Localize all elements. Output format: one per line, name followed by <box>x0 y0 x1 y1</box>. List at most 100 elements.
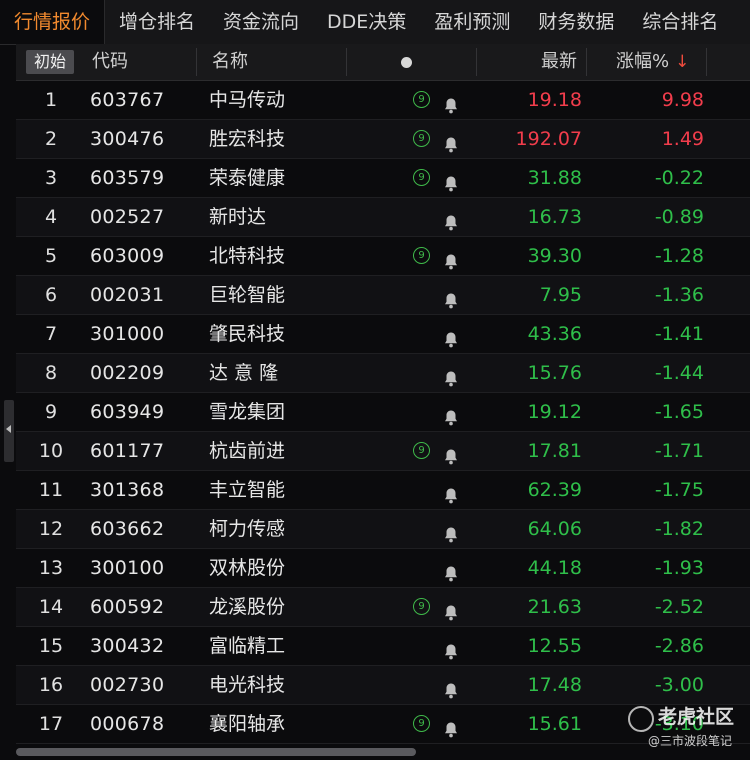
row-index: 13 <box>38 557 64 579</box>
nine-badge-icon: 9 <box>413 442 430 459</box>
bell-icon[interactable] <box>443 324 459 348</box>
row-index: 10 <box>38 440 64 462</box>
stock-name: 达 意 隆 <box>209 362 279 384</box>
table-row[interactable]: 2 300476 胜宏科技 9 192.07 1.49 <box>16 120 750 159</box>
row-index: 4 <box>44 206 58 228</box>
stock-name: 新时达 <box>209 206 267 228</box>
table-row[interactable]: 13 300100 双林股份 44.18 -1.93 <box>16 549 750 588</box>
bell-icon[interactable] <box>443 363 459 387</box>
stock-name: 中马传动 <box>209 89 286 111</box>
row-index: 3 <box>44 167 58 189</box>
nine-badge-icon: 9 <box>413 169 430 186</box>
nine-badge-icon: 9 <box>413 715 430 732</box>
tab-1[interactable]: 增仓排名 <box>105 0 209 44</box>
change-percent: -1.44 <box>654 362 704 384</box>
change-percent: -1.75 <box>654 479 704 501</box>
latest-price: 16.73 <box>527 206 582 228</box>
table-row[interactable]: 5 603009 北特科技 9 39.30 -1.28 <box>16 237 750 276</box>
latest-price: 19.12 <box>527 401 582 423</box>
stock-name: 柯力传感 <box>209 518 286 540</box>
bell-icon[interactable] <box>443 207 459 231</box>
bell-icon[interactable] <box>443 519 459 543</box>
tab-bar: 行情报价 增仓排名 资金流向 DDE决策 盈利预测 财务数据 综合排名 <box>0 0 750 45</box>
reset-sort-button[interactable]: 初始 <box>26 50 74 74</box>
table-row[interactable]: 6 002031 巨轮智能 7.95 -1.36 <box>16 276 750 315</box>
nine-badge-icon: 9 <box>413 91 430 108</box>
table-row[interactable]: 14 600592 龙溪股份 9 21.63 -2.52 <box>16 588 750 627</box>
table-row[interactable]: 12 603662 柯力传感 64.06 -1.82 <box>16 510 750 549</box>
sort-desc-arrow-icon: ↓ <box>675 52 690 72</box>
nine-badge-icon: 9 <box>413 130 430 147</box>
stock-code: 000678 <box>90 713 165 735</box>
stock-code: 301368 <box>90 479 165 501</box>
column-header-code[interactable]: 代码 <box>92 44 128 80</box>
bell-icon[interactable] <box>443 246 459 270</box>
row-index: 16 <box>38 674 64 696</box>
change-percent: -0.22 <box>654 167 704 189</box>
table-row[interactable]: 10 601177 杭齿前进 9 17.81 -1.71 <box>16 432 750 471</box>
row-index: 2 <box>44 128 58 150</box>
row-index: 12 <box>38 518 64 540</box>
row-index: 5 <box>44 245 58 267</box>
column-header-latest[interactable]: 最新 <box>541 44 577 80</box>
table-row[interactable]: 9 603949 雪龙集团 19.12 -1.65 <box>16 393 750 432</box>
bell-icon[interactable] <box>443 168 459 192</box>
column-divider <box>476 48 477 76</box>
bell-icon[interactable] <box>443 480 459 504</box>
change-percent: -1.82 <box>654 518 704 540</box>
stock-code: 002527 <box>90 206 165 228</box>
bell-icon[interactable] <box>443 597 459 621</box>
bell-icon[interactable] <box>443 441 459 465</box>
column-header-change[interactable]: 涨幅% ↓ <box>616 44 689 80</box>
stock-name: 北特科技 <box>209 245 286 267</box>
stock-code: 300432 <box>90 635 165 657</box>
column-header-name[interactable]: 名称 <box>212 44 248 80</box>
stock-code: 002730 <box>90 674 165 696</box>
row-index: 6 <box>44 284 58 306</box>
stock-code: 603662 <box>90 518 165 540</box>
tab-5[interactable]: 财务数据 <box>524 0 628 44</box>
table-row[interactable]: 4 002527 新时达 16.73 -0.89 <box>16 198 750 237</box>
tab-2[interactable]: 资金流向 <box>209 0 313 44</box>
table-header: 初始 代码 名称 最新 涨幅% ↓ <box>16 44 750 81</box>
bell-icon[interactable] <box>443 402 459 426</box>
bell-icon[interactable] <box>443 714 459 738</box>
table-row[interactable]: 3 603579 荣泰健康 9 31.88 -0.22 <box>16 159 750 198</box>
latest-price: 64.06 <box>527 518 582 540</box>
column-header-change-label: 涨幅% <box>616 51 670 72</box>
stock-code: 002209 <box>90 362 165 384</box>
bell-icon[interactable] <box>443 90 459 114</box>
collapse-sidebar-handle[interactable] <box>4 400 14 462</box>
table-row[interactable]: 1 603767 中马传动 9 19.18 9.98 <box>16 81 750 120</box>
table-row[interactable]: 15 300432 富临精工 12.55 -2.86 <box>16 627 750 666</box>
bell-icon[interactable] <box>443 636 459 660</box>
dot-icon[interactable] <box>401 57 412 68</box>
column-divider <box>196 48 197 76</box>
latest-price: 7.95 <box>539 284 582 306</box>
stock-code: 600592 <box>90 596 165 618</box>
table-row[interactable]: 8 002209 达 意 隆 15.76 -1.44 <box>16 354 750 393</box>
tab-0[interactable]: 行情报价 <box>0 0 106 44</box>
latest-price: 43.36 <box>527 323 582 345</box>
tab-6[interactable]: 综合排名 <box>628 0 732 44</box>
table-row[interactable]: 7 301000 肇民科技 43.36 -1.41 <box>16 315 750 354</box>
tab-4[interactable]: 盈利预测 <box>420 0 524 44</box>
change-percent: -1.71 <box>654 440 704 462</box>
horizontal-scrollbar[interactable] <box>16 748 416 756</box>
stock-name: 电光科技 <box>209 674 286 696</box>
latest-price: 12.55 <box>527 635 582 657</box>
row-index: 14 <box>38 596 64 618</box>
table-row[interactable]: 11 301368 丰立智能 62.39 -1.75 <box>16 471 750 510</box>
watermark-title: 老虎社区 <box>658 706 735 728</box>
change-percent: -1.41 <box>654 323 704 345</box>
row-index: 8 <box>44 362 58 384</box>
bell-icon[interactable] <box>443 558 459 582</box>
bell-icon[interactable] <box>443 285 459 309</box>
row-index: 7 <box>44 323 58 345</box>
bell-icon[interactable] <box>443 675 459 699</box>
bell-icon[interactable] <box>443 129 459 153</box>
change-percent: 1.49 <box>661 128 704 150</box>
change-percent: -0.89 <box>654 206 704 228</box>
tab-3[interactable]: DDE决策 <box>313 0 420 44</box>
stock-code: 603949 <box>90 401 165 423</box>
